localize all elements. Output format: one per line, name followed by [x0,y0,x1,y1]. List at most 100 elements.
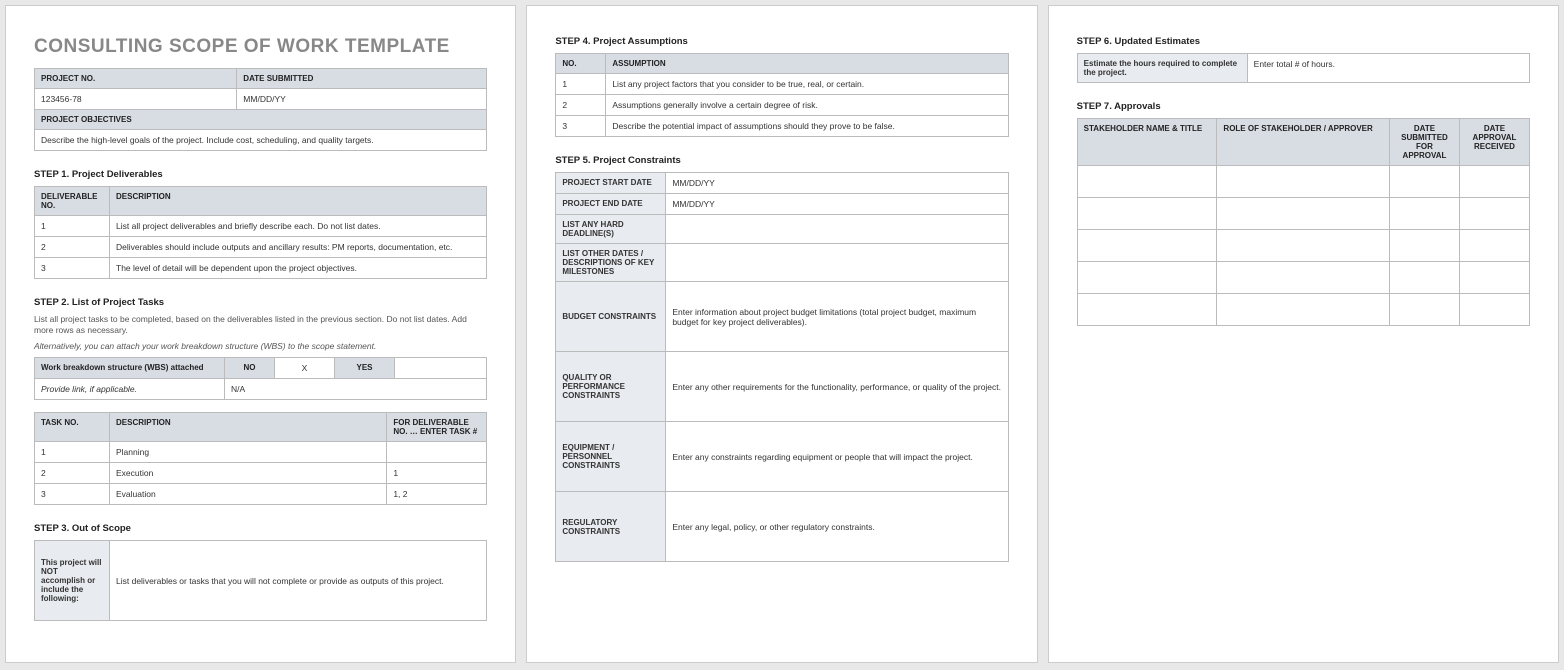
date-submitted-value[interactable]: MM/DD/YY [237,89,487,110]
wbs-yes-val[interactable] [395,358,487,379]
objectives-header: PROJECT OBJECTIVES [35,110,487,130]
approvals-h2: ROLE OF STAKEHOLDER / APPROVER [1217,119,1390,166]
step2-italic: Alternatively, you can attach your work … [34,341,487,351]
approvals-cell[interactable] [1077,230,1217,262]
project-info-table: PROJECT NO. DATE SUBMITTED 123456-78 MM/… [34,68,487,151]
deliv-no-h: DELIVERABLE NO. [35,187,110,216]
deliv-desc[interactable]: List all project deliverables and briefl… [110,216,487,237]
assum-no-h: NO. [556,54,606,74]
wbs-table: Work breakdown structure (WBS) attached … [34,357,487,400]
step4-title: STEP 4. Project Assumptions [555,36,1008,47]
approvals-cell[interactable] [1077,166,1217,198]
assum-no[interactable]: 2 [556,95,606,116]
task-for[interactable]: 1 [387,463,487,484]
estimate-val[interactable]: Enter total # of hours. [1247,54,1529,83]
deadlines-val[interactable] [666,215,1008,244]
approvals-cell[interactable] [1389,294,1459,326]
assum-desc[interactable]: Describe the potential impact of assumpt… [606,116,1008,137]
approvals-cell[interactable] [1217,166,1390,198]
end-date-h: PROJECT END DATE [556,194,666,215]
start-date-val[interactable]: MM/DD/YY [666,173,1008,194]
step5-title: STEP 5. Project Constraints [555,155,1008,166]
assum-no[interactable]: 3 [556,116,606,137]
step2-desc: List all project tasks to be completed, … [34,314,487,336]
wbs-link-label: Provide link, if applicable. [35,379,225,400]
approvals-cell[interactable] [1389,166,1459,198]
approvals-cell[interactable] [1459,166,1529,198]
oos-val[interactable]: List deliverables or tasks that you will… [110,541,487,621]
approvals-h4: DATE APPROVAL RECEIVED [1459,119,1529,166]
reg-h: REGULATORY CONSTRAINTS [556,492,666,562]
approvals-cell[interactable] [1389,198,1459,230]
approvals-h3: DATE SUBMITTED FOR APPROVAL [1389,119,1459,166]
equip-val[interactable]: Enter any constraints regarding equipmen… [666,422,1008,492]
approvals-cell[interactable] [1217,262,1390,294]
deliverables-table: DELIVERABLE NO. DESCRIPTION 1 List all p… [34,186,487,279]
task-desc[interactable]: Execution [110,463,387,484]
page-3: STEP 6. Updated Estimates Estimate the h… [1048,5,1559,663]
approvals-cell[interactable] [1459,230,1529,262]
assum-desc[interactable]: List any project factors that you consid… [606,74,1008,95]
milestones-val[interactable] [666,244,1008,282]
oos-label: This project will NOT accomplish or incl… [35,541,110,621]
approvals-cell[interactable] [1459,198,1529,230]
approvals-cell[interactable] [1389,230,1459,262]
deliv-desc[interactable]: Deliverables should include outputs and … [110,237,487,258]
task-no[interactable]: 3 [35,484,110,505]
approvals-cell[interactable] [1217,198,1390,230]
date-submitted-header: DATE SUBMITTED [237,69,487,89]
approvals-cell[interactable] [1459,262,1529,294]
estimates-table: Estimate the hours required to complete … [1077,53,1530,83]
start-date-h: PROJECT START DATE [556,173,666,194]
deliv-no[interactable]: 2 [35,237,110,258]
approvals-table: STAKEHOLDER NAME & TITLE ROLE OF STAKEHO… [1077,118,1530,326]
project-no-value[interactable]: 123456-78 [35,89,237,110]
estimate-label: Estimate the hours required to complete … [1077,54,1247,83]
approvals-cell[interactable] [1077,262,1217,294]
assumptions-table: NO. ASSUMPTION 1 List any project factor… [555,53,1008,137]
task-no[interactable]: 2 [35,463,110,484]
task-no[interactable]: 1 [35,442,110,463]
wbs-no-val[interactable]: X [275,358,335,379]
project-no-header: PROJECT NO. [35,69,237,89]
milestones-h: LIST OTHER DATES / DESCRIPTIONS OF KEY M… [556,244,666,282]
step1-title: STEP 1. Project Deliverables [34,169,487,180]
deliv-desc[interactable]: The level of detail will be dependent up… [110,258,487,279]
approvals-cell[interactable] [1077,294,1217,326]
out-of-scope-table: This project will NOT accomplish or incl… [34,540,487,621]
deliv-no[interactable]: 1 [35,216,110,237]
budget-h: BUDGET CONSTRAINTS [556,282,666,352]
approvals-cell[interactable] [1217,230,1390,262]
task-no-h: TASK NO. [35,413,110,442]
step7-title: STEP 7. Approvals [1077,101,1530,112]
task-desc[interactable]: Evaluation [110,484,387,505]
constraints-table: PROJECT START DATE MM/DD/YY PROJECT END … [555,172,1008,562]
assum-desc[interactable]: Assumptions generally involve a certain … [606,95,1008,116]
assum-no[interactable]: 1 [556,74,606,95]
end-date-val[interactable]: MM/DD/YY [666,194,1008,215]
deliv-no[interactable]: 3 [35,258,110,279]
task-desc[interactable]: Planning [110,442,387,463]
wbs-link-val[interactable]: N/A [225,379,487,400]
objectives-value[interactable]: Describe the high-level goals of the pro… [35,130,487,151]
equip-h: EQUIPMENT / PERSONNEL CONSTRAINTS [556,422,666,492]
approvals-h1: STAKEHOLDER NAME & TITLE [1077,119,1217,166]
deliv-desc-h: DESCRIPTION [110,187,487,216]
reg-val[interactable]: Enter any legal, policy, or other regula… [666,492,1008,562]
approvals-cell[interactable] [1389,262,1459,294]
assum-desc-h: ASSUMPTION [606,54,1008,74]
page-2: STEP 4. Project Assumptions NO. ASSUMPTI… [526,5,1037,663]
quality-val[interactable]: Enter any other requirements for the fun… [666,352,1008,422]
tasks-table: TASK NO. DESCRIPTION FOR DELIVERABLE NO.… [34,412,487,505]
step6-title: STEP 6. Updated Estimates [1077,36,1530,47]
approvals-cell[interactable] [1077,198,1217,230]
wbs-yes-h: YES [335,358,395,379]
task-for[interactable]: 1, 2 [387,484,487,505]
budget-val[interactable]: Enter information about project budget l… [666,282,1008,352]
approvals-cell[interactable] [1217,294,1390,326]
quality-h: QUALITY OR PERFORMANCE CONSTRAINTS [556,352,666,422]
task-desc-h: DESCRIPTION [110,413,387,442]
approvals-cell[interactable] [1459,294,1529,326]
task-for[interactable] [387,442,487,463]
step2-title: STEP 2. List of Project Tasks [34,297,487,308]
